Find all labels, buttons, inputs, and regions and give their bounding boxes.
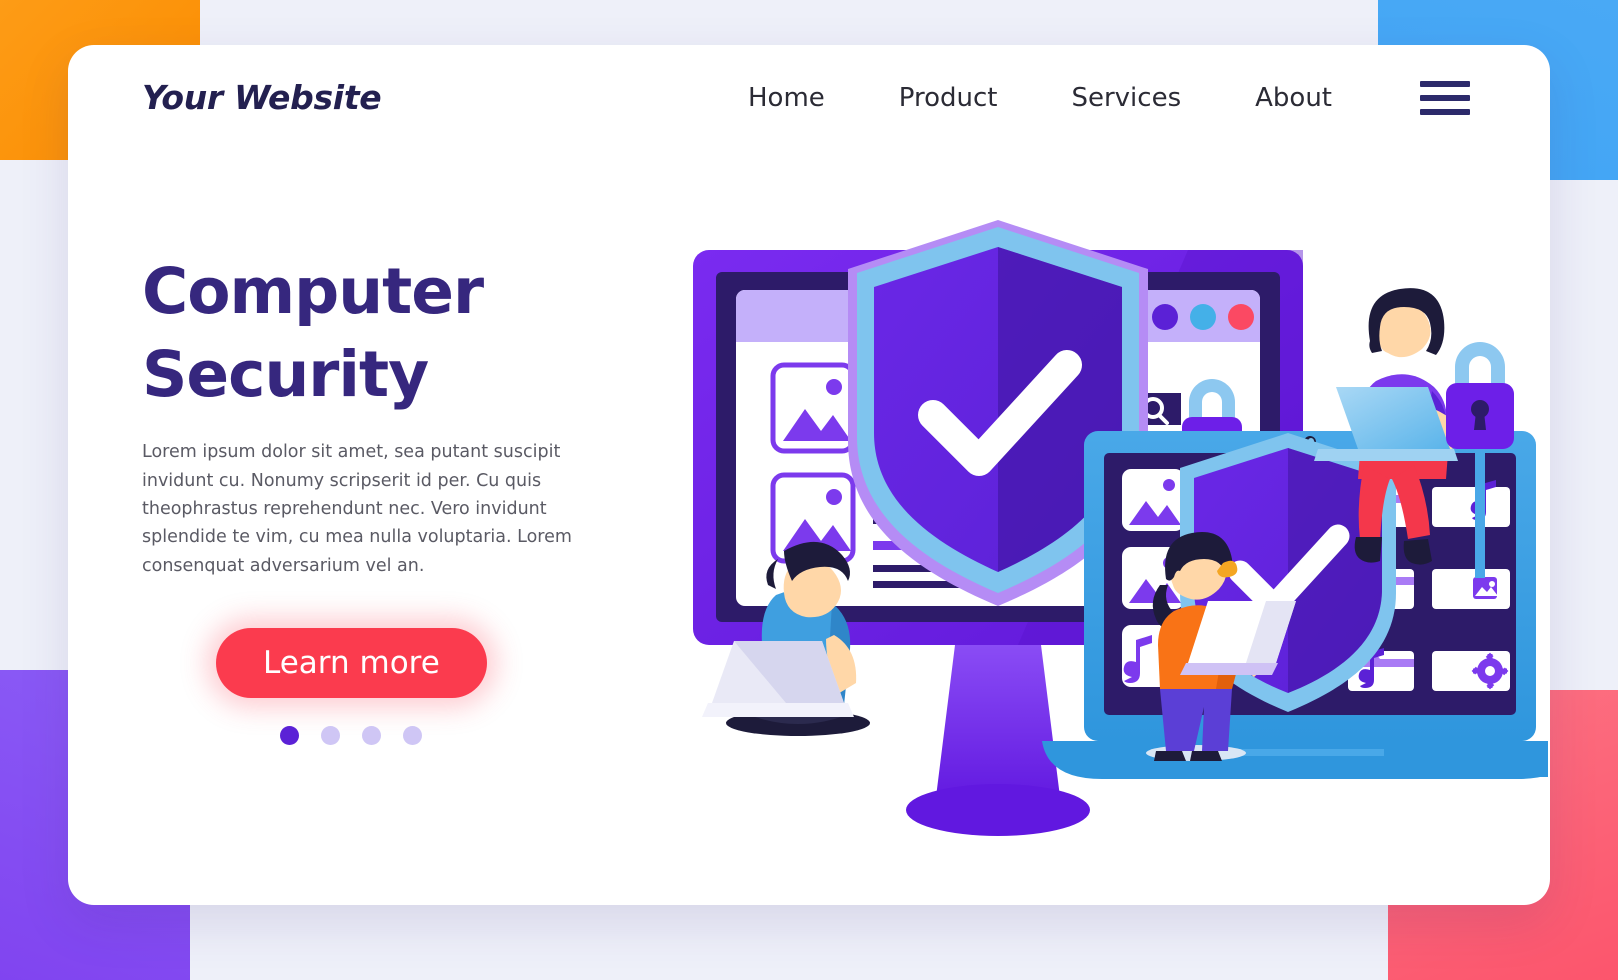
carousel-dot-3[interactable] bbox=[362, 726, 381, 746]
computer-security-illustration bbox=[548, 165, 1548, 865]
carousel-dot-2[interactable] bbox=[321, 726, 340, 746]
hamburger-bar-3 bbox=[1420, 108, 1470, 115]
hamburger-bar-1 bbox=[1420, 80, 1470, 87]
carousel-dot-4[interactable] bbox=[403, 726, 422, 746]
browser-dot-purple bbox=[1152, 304, 1178, 330]
site-logo[interactable]: Your Website bbox=[142, 78, 382, 117]
page-title-line-2: Security bbox=[142, 338, 429, 412]
hero-description: Lorem ipsum dolor sit amet, sea putant s… bbox=[142, 442, 572, 576]
nav-item-about[interactable]: About bbox=[1255, 83, 1332, 113]
browser-dot-red bbox=[1228, 304, 1254, 330]
main-navigation: Home Product Services About bbox=[674, 80, 1550, 115]
monitor-stand bbox=[906, 645, 1090, 836]
browser-dot-blue bbox=[1190, 304, 1216, 330]
nav-item-product[interactable]: Product bbox=[899, 83, 998, 113]
nav-item-services[interactable]: Services bbox=[1071, 83, 1181, 113]
landing-page-card: Your Website Home Product Services About… bbox=[68, 45, 1550, 905]
nav-item-home[interactable]: Home bbox=[748, 83, 825, 113]
hamburger-bar-2 bbox=[1420, 94, 1470, 101]
hamburger-icon[interactable] bbox=[1420, 80, 1470, 115]
page-title-line-1: Computer bbox=[142, 255, 484, 328]
learn-more-button[interactable]: Learn more bbox=[216, 628, 487, 699]
carousel-dot-1[interactable] bbox=[280, 726, 299, 746]
site-header: Your Website Home Product Services About bbox=[68, 45, 1550, 150]
